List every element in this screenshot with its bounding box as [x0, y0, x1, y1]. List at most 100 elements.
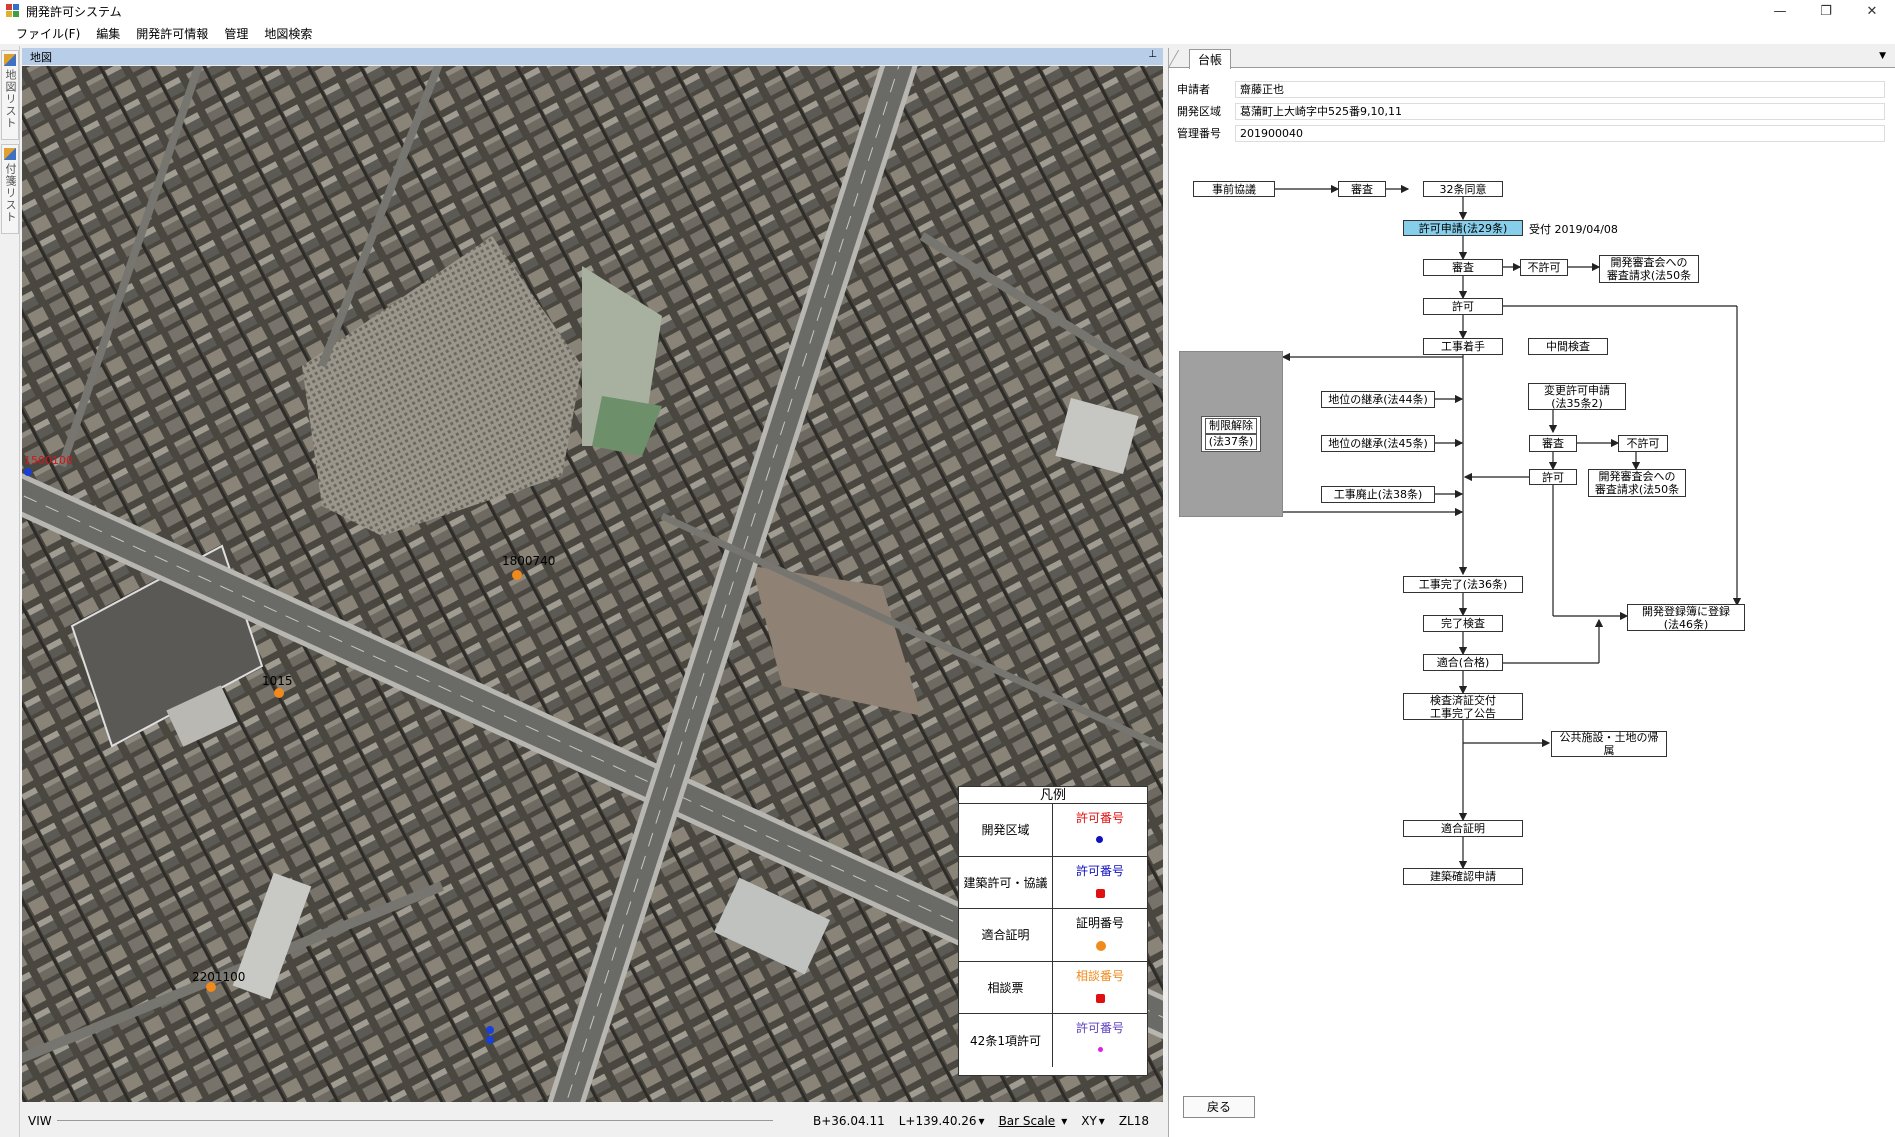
dev-area-value[interactable]: 葛蒲町上大崎字中525番9,10,11 — [1235, 102, 1885, 120]
received-date: 受付 2019/04/08 — [1529, 223, 1618, 236]
maximize-button[interactable]: ❐ — [1803, 0, 1849, 22]
node-pass[interactable]: 適合(合格) — [1423, 654, 1503, 671]
legend-row: 相談票 相談番号 — [959, 961, 1147, 1015]
menu-map-search[interactable]: 地図検索 — [256, 25, 320, 42]
dev-area-label: 開発区域 — [1177, 105, 1221, 118]
marker-label: 1015 — [262, 674, 293, 688]
status-longitude: L+139.40.26 — [898, 1113, 977, 1128]
node-permit-application[interactable]: 許可申請(法29条) — [1403, 220, 1523, 236]
flowchart-connectors — [1275, 184, 1742, 870]
node-art32-consent[interactable]: 32条同意 — [1423, 181, 1503, 197]
legend-name: 建築許可・協議 — [959, 856, 1053, 909]
legend-symbol — [1096, 993, 1105, 1003]
marker-dot — [512, 570, 522, 580]
node-permit[interactable]: 許可 — [1423, 298, 1503, 315]
ledger-panel: 台帳 ▼ 申請者 齋藤正也 開発区域 葛蒲町上大崎字中525番9,10,11 管… — [1167, 48, 1895, 1137]
menu-bar: ファイル(F) 編集 開発許可情報 管理 地図検索 — [0, 22, 1895, 44]
legend-label: 許可番号 — [1075, 1021, 1124, 1036]
minimize-button[interactable]: — — [1757, 0, 1803, 22]
node-appeal-2[interactable]: 開発審査会への 審査請求(法50条 — [1588, 469, 1686, 497]
tab-dropdown-icon[interactable]: ▼ — [1879, 51, 1886, 61]
legend-symbol — [1096, 836, 1103, 843]
legend-label: 証明番号 — [1075, 916, 1124, 931]
dev-area-field: 開発区域 葛蒲町上大崎字中525番9,10,11 — [1177, 102, 1885, 120]
node-denied-2[interactable]: 不許可 — [1618, 435, 1668, 452]
node-building-confirmation[interactable]: 建築確認申請 — [1403, 868, 1523, 885]
status-coord-mode[interactable]: XY — [1081, 1114, 1097, 1128]
map-panel-title: 地図 — [30, 50, 52, 64]
status-progress-line — [57, 1120, 773, 1121]
node-review-2[interactable]: 審査 — [1423, 259, 1503, 276]
tab-ledger[interactable]: 台帳 — [1189, 49, 1232, 69]
title-bar: 開発許可システム — ❐ ✕ — [0, 0, 1895, 22]
sticky-list-icon — [4, 148, 16, 160]
mgmt-no-label: 管理番号 — [1177, 127, 1221, 140]
menu-admin[interactable]: 管理 — [216, 25, 256, 42]
legend-name: 42条1項許可 — [959, 1014, 1053, 1067]
legend-symbol — [1096, 941, 1106, 952]
node-conformity-cert[interactable]: 適合証明 — [1403, 820, 1523, 837]
ledger-tab-strip: 台帳 ▼ — [1167, 48, 1895, 69]
node-permit-2[interactable]: 許可 — [1529, 469, 1577, 485]
legend-label: 許可番号 — [1075, 863, 1124, 878]
scale-dropdown-arrow-icon[interactable]: ▾ — [1061, 1114, 1067, 1128]
marker-label: 2201100 — [192, 970, 246, 984]
legend-row: 42条1項許可 許可番号 — [959, 1014, 1147, 1067]
menu-permit-info[interactable]: 開発許可情報 — [128, 25, 216, 42]
node-completion-inspection[interactable]: 完了検査 — [1423, 615, 1503, 632]
legend-name: 適合証明 — [959, 909, 1053, 961]
status-latitude: B+36.04.11 — [812, 1113, 885, 1128]
marker-dot — [24, 468, 32, 476]
node-completion[interactable]: 工事完了(法36条) — [1403, 576, 1523, 593]
mgmt-no-field: 管理番号 201900040 — [1177, 124, 1885, 142]
applicant-value[interactable]: 齋藤正也 — [1235, 80, 1885, 98]
marker-label: 1800740 — [502, 554, 556, 568]
side-tab-strip: 地図リスト 付箋リスト — [0, 46, 20, 1137]
legend-row: 開発区域 許可番号 — [959, 804, 1147, 857]
node-denied-1[interactable]: 不許可 — [1520, 259, 1568, 276]
node-public-facilities[interactable]: 公共施設・土地の帰属 — [1551, 731, 1667, 757]
window-title: 開発許可システム — [26, 4, 122, 19]
node-abolition[interactable]: 工事廃止(法38条) — [1321, 486, 1435, 503]
map-legend: 凡例 開発区域 許可番号 建築許可・協議 許可番号 適合証明 証明番号 相談票 … — [958, 786, 1148, 1076]
mgmt-no-value[interactable]: 201900040 — [1235, 124, 1885, 142]
pin-icon[interactable]: ⊥ — [1148, 49, 1157, 60]
menu-file[interactable]: ファイル(F) — [8, 25, 88, 42]
node-succession-45[interactable]: 地位の継承(法45条) — [1321, 435, 1435, 452]
applicant-label: 申請者 — [1177, 83, 1210, 96]
aerial-map[interactable]: 1500100 1800740 1015 2201100 凡例 開発区域 許可番… — [22, 66, 1163, 1102]
marker-label: 1500100 — [24, 454, 73, 467]
status-dropdown-arrow-icon[interactable]: ▾ — [979, 1114, 985, 1128]
node-certificate[interactable]: 検査済証交付 工事完了公告 — [1403, 693, 1523, 720]
marker-dot — [486, 1036, 494, 1044]
marker-dot — [486, 1026, 494, 1034]
tab-sticky-list[interactable]: 付箋リスト — [1, 144, 19, 234]
node-change-permit[interactable]: 変更許可申請 (法35条2) — [1528, 383, 1626, 410]
node-registry[interactable]: 開発登録簿に登録 (法46条) — [1627, 604, 1745, 631]
legend-name: 相談票 — [959, 961, 1053, 1014]
node-restriction-lift[interactable]: 制限解除 (法37条) — [1179, 351, 1283, 517]
legend-symbol — [1096, 888, 1105, 898]
legend-symbol — [1098, 1047, 1103, 1053]
bar-scale-link[interactable]: Bar Scale — [999, 1114, 1056, 1128]
tab-map-list-label: 地図リスト — [4, 69, 17, 129]
node-pre-consultation[interactable]: 事前協議 — [1193, 181, 1275, 197]
node-review-3[interactable]: 審査 — [1529, 435, 1577, 452]
node-appeal-1[interactable]: 開発審査会への 審査請求(法50条 — [1599, 255, 1699, 283]
legend-label: 許可番号 — [1075, 811, 1124, 825]
menu-edit[interactable]: 編集 — [88, 25, 128, 42]
status-viw: VIW — [28, 1113, 52, 1128]
node-interim-inspection[interactable]: 中間検査 — [1528, 338, 1608, 355]
legend-row: 建築許可・協議 許可番号 — [959, 856, 1147, 910]
map-panel-header: 地図 ⊥ — [22, 48, 1163, 65]
back-button[interactable]: 戻る — [1183, 1096, 1255, 1118]
tab-sticky-list-label: 付箋リスト — [4, 163, 17, 223]
close-button[interactable]: ✕ — [1849, 0, 1895, 22]
node-construction-start[interactable]: 工事着手 — [1423, 338, 1503, 355]
node-review-1[interactable]: 審査 — [1338, 181, 1386, 197]
coord-dropdown-arrow-icon[interactable]: ▾ — [1099, 1114, 1105, 1128]
status-bar: VIW B+36.04.11 L+139.40.26 ▾ Bar Scale ▾… — [22, 1104, 1163, 1137]
node-succession-44[interactable]: 地位の継承(法44条) — [1321, 391, 1435, 408]
legend-title: 凡例 — [959, 787, 1147, 804]
tab-map-list[interactable]: 地図リスト — [1, 50, 19, 140]
